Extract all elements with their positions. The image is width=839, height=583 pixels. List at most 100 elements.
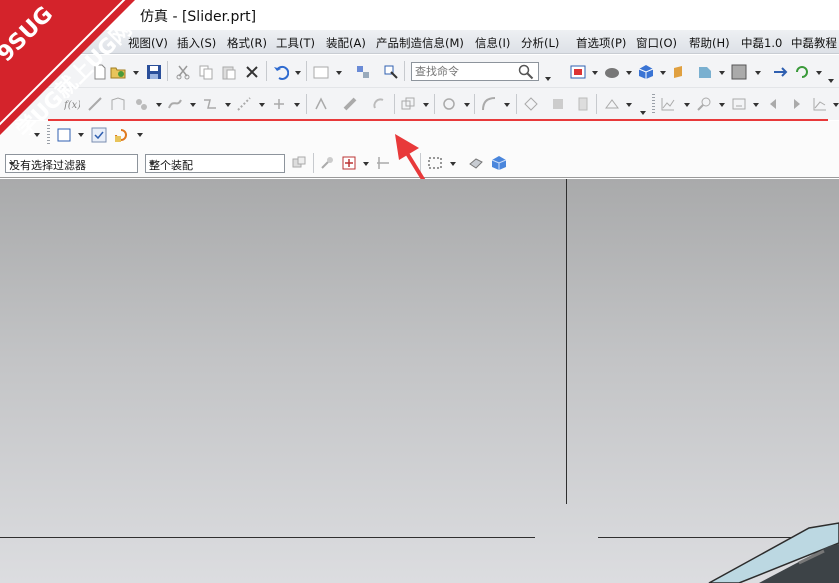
paste-icon[interactable] xyxy=(221,64,237,80)
snap-dropdown-icon[interactable] xyxy=(363,162,369,166)
spline-dropdown-icon[interactable] xyxy=(225,103,231,107)
curve-icon[interactable] xyxy=(167,96,183,112)
layer-dropdown-icon[interactable] xyxy=(719,71,725,75)
move-icon[interactable] xyxy=(772,64,788,80)
refresh-icon[interactable] xyxy=(113,127,129,143)
menu-zhonglei-tutorial[interactable]: 中磊教程 xyxy=(791,35,837,51)
menu-insert[interactable]: 插入(S) xyxy=(177,35,216,51)
add-icon[interactable] xyxy=(271,96,287,112)
window-icon[interactable] xyxy=(313,64,329,80)
search-icon[interactable] xyxy=(518,64,534,80)
add-dropdown-icon[interactable] xyxy=(294,103,300,107)
cursor-location-icon[interactable] xyxy=(383,64,399,80)
edge-blend-dropdown-icon[interactable] xyxy=(504,103,510,107)
open-dropdown-icon[interactable] xyxy=(133,71,139,75)
toolbar-grip[interactable] xyxy=(47,125,50,145)
utility-dropdown-icon[interactable] xyxy=(34,133,40,137)
step-forward-icon[interactable] xyxy=(789,96,805,112)
line-icon[interactable] xyxy=(87,96,103,112)
toolbar-overflow-icon[interactable] xyxy=(828,79,834,83)
render-cube-icon[interactable] xyxy=(491,155,507,171)
curve-dropdown-icon[interactable] xyxy=(190,103,196,107)
edge-blend-icon[interactable] xyxy=(481,96,497,112)
touch-mode-icon[interactable] xyxy=(355,64,371,80)
scope-dropdown-icon[interactable] xyxy=(149,162,155,166)
datum-icon[interactable] xyxy=(110,96,126,112)
cut-icon[interactable] xyxy=(175,64,191,80)
type-filter-dropdown-icon[interactable] xyxy=(9,162,15,166)
save-icon[interactable] xyxy=(146,64,162,80)
layer-icon[interactable] xyxy=(697,64,713,80)
pattern-icon[interactable] xyxy=(441,96,457,112)
slider-part-model[interactable] xyxy=(699,518,839,583)
checklist-icon[interactable] xyxy=(91,127,107,143)
trim-icon[interactable] xyxy=(604,96,620,112)
unite-icon[interactable] xyxy=(400,96,416,112)
menu-pmi[interactable]: 产品制造信息(M) xyxy=(376,35,464,51)
sketch-icon[interactable] xyxy=(313,96,329,112)
undo-dropdown-icon[interactable] xyxy=(295,71,301,75)
assembly-filter-icon[interactable] xyxy=(291,155,307,171)
offset-icon[interactable] xyxy=(575,96,591,112)
select-box-dropdown-icon[interactable] xyxy=(78,133,84,137)
rotate-icon[interactable] xyxy=(794,64,810,80)
window-dropdown-icon[interactable] xyxy=(336,71,342,75)
mesh-dropdown-icon[interactable] xyxy=(719,103,725,107)
extrude-icon[interactable] xyxy=(342,96,358,112)
refresh-dropdown-icon[interactable] xyxy=(137,133,143,137)
expression-icon[interactable]: f(x) xyxy=(64,96,80,112)
command-search[interactable] xyxy=(411,62,539,81)
cube-dropdown-icon[interactable] xyxy=(660,71,666,75)
type-filter-select[interactable]: 没有选择过滤器 xyxy=(5,154,138,173)
mesh-icon[interactable] xyxy=(696,96,712,112)
scope-select[interactable]: 整个装配 xyxy=(145,154,285,173)
graphics-window[interactable] xyxy=(0,179,839,583)
shaded-icon[interactable] xyxy=(604,64,620,80)
chart-dropdown-icon[interactable] xyxy=(833,103,839,107)
trim-dropdown-icon[interactable] xyxy=(626,103,632,107)
command-search-input[interactable] xyxy=(412,63,512,80)
dimension-icon[interactable] xyxy=(236,96,252,112)
undo-icon[interactable] xyxy=(273,64,289,80)
snap-point-icon[interactable] xyxy=(319,155,335,171)
shaded-dropdown-icon[interactable] xyxy=(626,71,632,75)
toolbar-grip[interactable] xyxy=(652,94,655,114)
unite-dropdown-icon[interactable] xyxy=(423,103,429,107)
revolve-icon[interactable] xyxy=(371,96,387,112)
step-back-icon[interactable] xyxy=(765,96,781,112)
menu-information[interactable]: 信息(I) xyxy=(475,35,510,51)
menu-assembly[interactable]: 装配(A) xyxy=(326,35,366,51)
chart-icon[interactable] xyxy=(812,96,828,112)
section-icon[interactable] xyxy=(672,64,688,80)
menu-format[interactable]: 格式(R) xyxy=(227,35,267,51)
draft-icon[interactable] xyxy=(523,96,539,112)
menu-preferences[interactable]: 首选项(P) xyxy=(576,35,626,51)
select-box-icon[interactable] xyxy=(56,127,72,143)
menu-analysis[interactable]: 分析(L) xyxy=(521,35,559,51)
render-icon[interactable] xyxy=(468,155,484,171)
view-orient-icon[interactable] xyxy=(570,64,586,80)
menu-view[interactable]: 视图(V) xyxy=(128,35,168,51)
search-dropdown-icon[interactable] xyxy=(545,77,551,81)
pattern-dropdown-icon[interactable] xyxy=(464,103,470,107)
point-icon[interactable] xyxy=(133,96,149,112)
menu-tools[interactable]: 工具(T) xyxy=(276,35,315,51)
menu-help[interactable]: 帮助(H) xyxy=(689,35,730,51)
snap-icon[interactable] xyxy=(341,155,357,171)
rotate-dropdown-icon[interactable] xyxy=(816,71,822,75)
graph-dropdown-icon[interactable] xyxy=(684,103,690,107)
delete-icon[interactable] xyxy=(244,64,260,80)
label-icon[interactable] xyxy=(731,96,747,112)
spline-icon[interactable] xyxy=(202,96,218,112)
background-icon[interactable] xyxy=(731,64,747,80)
toolbar-overflow-icon[interactable] xyxy=(640,111,646,115)
copy-icon[interactable] xyxy=(198,64,214,80)
dimension-dropdown-icon[interactable] xyxy=(259,103,265,107)
new-file-icon[interactable] xyxy=(92,64,108,80)
graph-icon[interactable] xyxy=(660,96,676,112)
point-dropdown-icon[interactable] xyxy=(156,103,162,107)
open-folder-icon[interactable] xyxy=(110,64,126,80)
menu-zhonglei[interactable]: 中磊1.0 xyxy=(741,35,782,51)
menu-window[interactable]: 窗口(O) xyxy=(636,35,677,51)
view-orient-dropdown-icon[interactable] xyxy=(592,71,598,75)
